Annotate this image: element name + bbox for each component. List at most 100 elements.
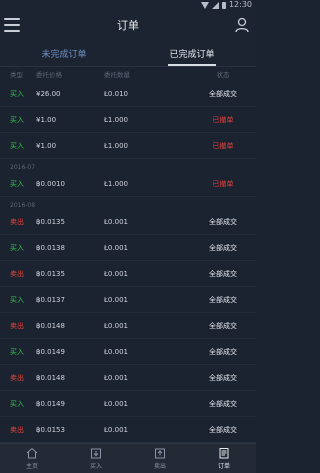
nav-buy-label: 买入 (89, 463, 102, 470)
order-row[interactable]: 买入 ¥26.00 Ł0.010 全部成交 (0, 81, 256, 107)
order-type: 卖出 (10, 373, 24, 382)
order-status: 全部成交 (209, 399, 237, 408)
order-price: ฿0.0148 (36, 321, 65, 330)
status-bar: 12:30 (0, 0, 256, 10)
column-headers: 类型 委托价格 委托数量 状态 (0, 67, 256, 81)
order-row[interactable]: 买入 ฿0.0137 Ł0.001 全部成交 (0, 287, 256, 313)
order-status: 全部成交 (209, 425, 237, 434)
nav-orders-label: 订单 (217, 463, 230, 470)
orders-icon (219, 448, 229, 459)
order-row[interactable]: 卖出 ฿0.0135 Ł0.001 全部成交 (0, 209, 256, 235)
order-type: 买入 (10, 141, 24, 150)
order-row[interactable]: 买入 ฿0.0138 Ł0.001 全部成交 (0, 235, 256, 261)
order-qty: Ł0.001 (104, 399, 128, 408)
order-price: ฿0.0010 (36, 179, 65, 188)
user-icon[interactable] (235, 17, 249, 33)
order-status: 全部成交 (209, 269, 237, 278)
home-icon (26, 447, 38, 459)
order-type: 买入 (10, 399, 24, 408)
app-root: 12:30 订单 未完成订单 已完成订单 类型 委托价格 委托数量 状态 买入 ¥… (0, 0, 256, 473)
buy-icon (91, 448, 101, 459)
nav-orders[interactable]: 订单 (192, 444, 256, 473)
order-row[interactable]: 买入 ฿0.0149 Ł0.001 全部成交 (0, 391, 256, 417)
order-qty: Ł0.001 (104, 321, 128, 330)
order-price: ฿0.0135 (36, 269, 65, 278)
order-status: 全部成交 (209, 373, 237, 382)
order-qty: Ł1.000 (104, 115, 128, 124)
order-qty: Ł0.001 (104, 295, 128, 304)
order-price: ฿0.0138 (36, 243, 65, 252)
nav-home-label: 主页 (25, 463, 38, 470)
order-qty: Ł0.010 (104, 89, 128, 98)
order-qty: Ł0.001 (104, 269, 128, 278)
order-type: 卖出 (10, 425, 24, 434)
col-type: 类型 (10, 71, 23, 79)
order-status: 全部成交 (209, 243, 237, 252)
order-row[interactable]: 卖出 ฿0.0148 Ł0.001 全部成交 (0, 313, 256, 339)
order-price: ¥1.00 (36, 115, 57, 124)
col-price: 委托价格 (36, 71, 62, 79)
col-qty: 委托数量 (104, 71, 130, 79)
order-row[interactable]: 卖出 ฿0.0153 Ł0.001 全部成交 (0, 417, 256, 443)
order-type: 买入 (10, 347, 24, 356)
order-status: 全部成交 (209, 321, 237, 330)
order-status: 全部成交 (209, 89, 237, 98)
order-price: ฿0.0148 (36, 373, 65, 382)
order-price: ¥1.00 (36, 141, 57, 150)
bottom-nav: 主页 买入 卖出 订单 (0, 443, 256, 473)
order-row[interactable]: 卖出 ฿0.0148 Ł0.001 全部成交 (0, 365, 256, 391)
tab-completed-orders[interactable]: 已完成订单 (128, 40, 256, 66)
order-status: 全部成交 (209, 295, 237, 304)
order-qty: Ł1.000 (104, 179, 128, 188)
order-status: 已撤单 (212, 179, 234, 188)
nav-buy[interactable]: 买入 (64, 444, 128, 473)
order-row[interactable]: 买入 ¥1.00 Ł1.000 已撤单 (0, 107, 256, 133)
order-qty: Ł0.001 (104, 425, 128, 434)
order-type: 买入 (10, 243, 24, 252)
status-time: 12:30 (228, 0, 252, 9)
nav-sell[interactable]: 卖出 (128, 444, 192, 473)
order-type: 卖出 (10, 217, 24, 226)
order-list: 买入 ¥26.00 Ł0.010 全部成交 买入 ¥1.00 Ł1.000 已撤单 买入 ¥1.0… (0, 81, 256, 443)
nav-home[interactable]: 主页 (0, 444, 64, 473)
order-qty: Ł1.000 (104, 141, 128, 150)
order-type: 卖出 (10, 321, 24, 330)
order-type: 买入 (10, 89, 24, 98)
order-type: 买入 (10, 115, 24, 124)
date-separator: 2016-07 (10, 164, 36, 171)
sell-icon (155, 448, 165, 459)
order-status: 全部成交 (209, 347, 237, 356)
order-status: 已撤单 (212, 141, 234, 150)
order-price: ฿0.0135 (36, 217, 65, 226)
tab-open-orders[interactable]: 未完成订单 (0, 40, 128, 66)
order-type: 卖出 (10, 269, 24, 278)
order-status: 全部成交 (209, 217, 237, 226)
order-tabs: 未完成订单 已完成订单 (0, 40, 256, 67)
order-price: ฿0.0149 (36, 399, 65, 408)
order-price: ฿0.0153 (36, 425, 65, 434)
date-separator: 2016-08 (10, 202, 36, 209)
battery-icon (221, 1, 226, 9)
signal-icon (211, 1, 219, 9)
order-status: 已撤单 (212, 115, 234, 124)
order-row[interactable]: 买入 ฿0.0149 Ł0.001 全部成交 (0, 339, 256, 365)
wifi-icon (200, 1, 209, 9)
order-qty: Ł0.001 (104, 347, 128, 356)
page-title: 订单 (117, 19, 139, 32)
order-type: 买入 (10, 179, 24, 188)
order-price: ฿0.0149 (36, 347, 65, 356)
col-status: 状态 (216, 71, 230, 79)
order-type: 买入 (10, 295, 24, 304)
order-row[interactable]: 卖出 ฿0.0135 Ł0.001 全部成交 (0, 261, 256, 287)
nav-sell-label: 卖出 (153, 463, 166, 470)
menu-icon[interactable] (4, 18, 20, 32)
order-qty: Ł0.001 (104, 217, 128, 226)
app-header: 订单 (0, 10, 256, 40)
order-qty: Ł0.001 (104, 373, 128, 382)
order-row[interactable]: 买入 ฿0.0010 Ł1.000 已撤单 (0, 171, 256, 197)
order-row[interactable]: 买入 ¥1.00 Ł1.000 已撤单 (0, 133, 256, 159)
status-icons: 12:30 (200, 0, 252, 10)
order-qty: Ł0.001 (104, 243, 128, 252)
order-price: ฿0.0137 (36, 295, 65, 304)
order-price: ¥26.00 (36, 89, 61, 98)
